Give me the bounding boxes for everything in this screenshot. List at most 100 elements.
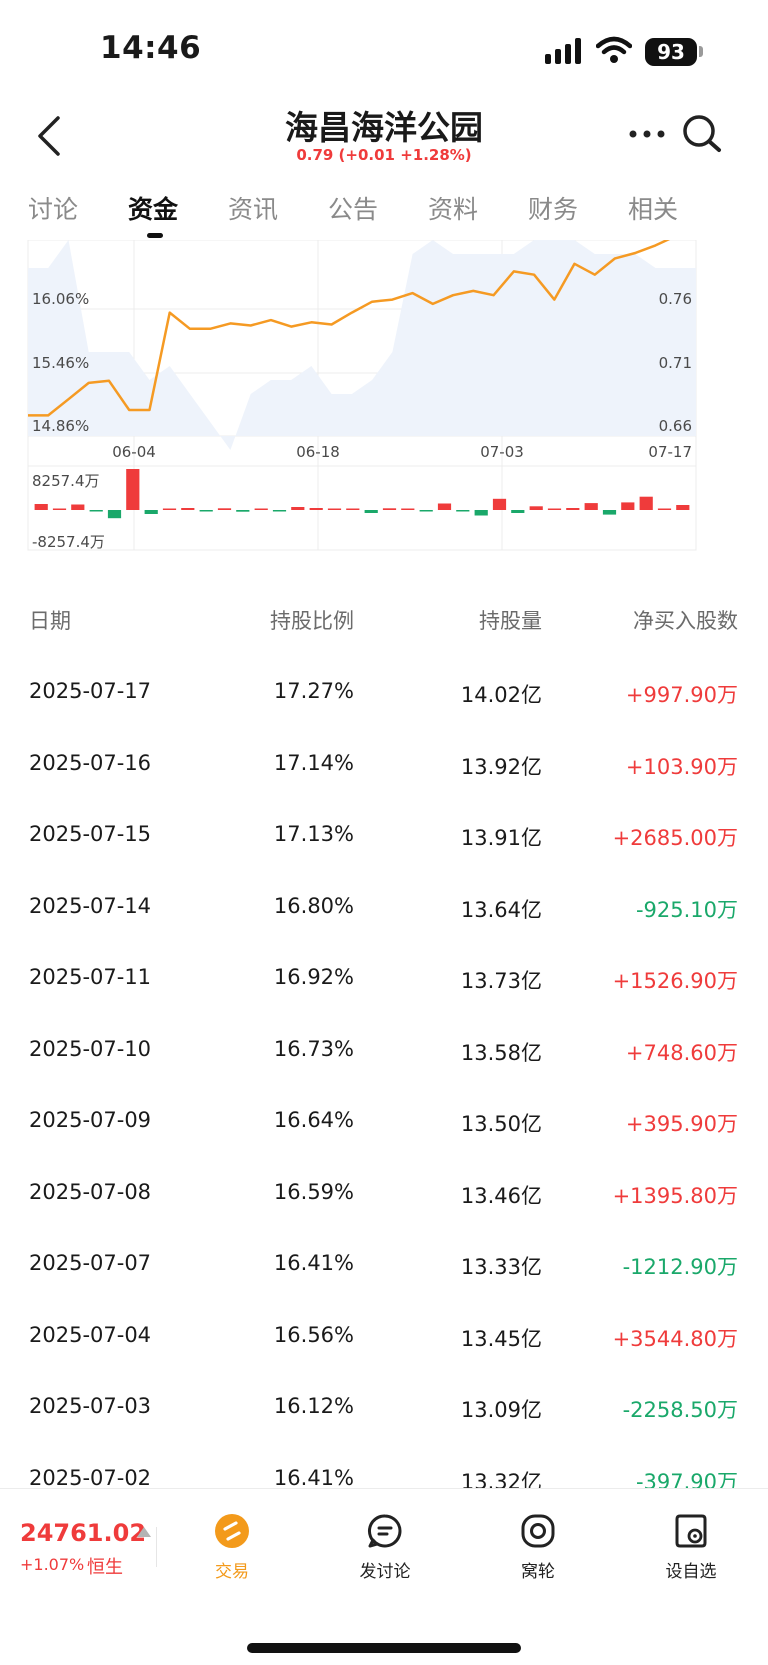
row-date: 2025-07-16 bbox=[29, 750, 152, 775]
search-icon[interactable] bbox=[680, 112, 724, 156]
divider bbox=[156, 1527, 157, 1567]
net-buy-bar bbox=[346, 508, 360, 510]
row-net-buy: -925.10万 bbox=[635, 897, 738, 922]
nav-warrant[interactable]: 窝轮 bbox=[483, 1513, 593, 1582]
right-axis-tick: 0.71 bbox=[659, 354, 692, 372]
table-row[interactable]: 2025-07-10 16.73% 13.58亿 +748.60万 bbox=[0, 1015, 768, 1087]
index-up-arrow-icon bbox=[137, 1527, 151, 1537]
status-bar: 14:46 93 bbox=[0, 0, 768, 100]
add-watchlist-icon bbox=[675, 1514, 707, 1548]
row-ratio: 16.12% bbox=[273, 1394, 354, 1418]
battery-indicator: 93 bbox=[645, 38, 697, 66]
row-ratio: 16.64% bbox=[273, 1108, 354, 1132]
table-row[interactable]: 2025-07-11 16.92% 13.73亿 +1526.90万 bbox=[0, 943, 768, 1015]
table-row[interactable]: 2025-07-08 16.59% 13.46亿 +1395.80万 bbox=[0, 1158, 768, 1230]
index-value[interactable]: 24761.02 bbox=[20, 1519, 146, 1547]
header-shares[interactable]: 持股量 bbox=[479, 605, 542, 635]
row-date: 2025-07-07 bbox=[29, 1251, 152, 1275]
table-row[interactable]: 2025-07-17 17.27% 14.02亿 +997.90万 bbox=[0, 657, 768, 729]
table-row[interactable]: 2025-07-14 16.80% 13.64亿 -925.10万 bbox=[0, 872, 768, 944]
table-row[interactable]: 2025-07-15 17.13% 13.91亿 +2685.00万 bbox=[0, 800, 768, 872]
row-shares: 13.33亿 bbox=[460, 1255, 542, 1279]
right-axis-tick: 0.80 bbox=[659, 240, 692, 243]
row-ratio: 16.73% bbox=[273, 1036, 354, 1061]
nav-add-watchlist-label: 设自选 bbox=[665, 1562, 717, 1582]
row-ratio: 16.41% bbox=[273, 1465, 354, 1490]
row-ratio: 17.14% bbox=[273, 750, 354, 775]
row-shares: 13.91亿 bbox=[460, 826, 542, 850]
tab-profile[interactable]: 资料 bbox=[428, 190, 478, 226]
holding-table[interactable]: 2025-07-17 17.27% 14.02亿 +997.90万 2025-07-16… bbox=[0, 657, 768, 1492]
wifi-icon bbox=[596, 36, 632, 63]
net-buy-bar bbox=[107, 510, 122, 519]
price-area bbox=[28, 240, 696, 450]
net-buy-bar bbox=[474, 510, 488, 516]
row-shares: 13.50亿 bbox=[460, 1112, 542, 1136]
x-axis-tick: 06-18 bbox=[296, 443, 340, 461]
x-axis-tick: 06-04 bbox=[112, 443, 156, 461]
tab-announcements[interactable]: 公告 bbox=[328, 190, 378, 226]
more-icon[interactable] bbox=[628, 122, 666, 146]
table-header: 日期 持股比例 持股量 净买入股数 bbox=[0, 605, 768, 639]
tab-bar: 讨论 资金 资讯 公告 资料 财务 相关 bbox=[0, 190, 768, 240]
header-date: 日期 bbox=[29, 609, 71, 633]
table-row[interactable]: 2025-07-16 17.14% 13.92亿 +103.90万 bbox=[0, 729, 768, 801]
nav-warrant-label: 窝轮 bbox=[521, 1562, 555, 1582]
index-name: 恒生 bbox=[87, 1557, 123, 1578]
row-shares: 13.45亿 bbox=[460, 1326, 542, 1351]
row-shares: 13.64亿 bbox=[460, 897, 542, 922]
tab-news[interactable]: 资讯 bbox=[228, 190, 278, 226]
table-row[interactable]: 2025-07-03 16.12% 13.09亿 -2258.50万 bbox=[0, 1372, 768, 1444]
left-axis-tick: 16.67% bbox=[32, 240, 89, 243]
row-net-buy: +1395.80万 bbox=[612, 1183, 738, 1208]
row-net-buy: +2685.00万 bbox=[612, 826, 738, 850]
bottom-bar: 24761.02 +1.07% 恒生 交易 发讨论 窝轮 设自选 bbox=[0, 1488, 768, 1665]
row-ratio: 16.41% bbox=[273, 1251, 354, 1275]
net-buy-bar bbox=[566, 508, 580, 510]
net-buy-bar bbox=[602, 510, 617, 515]
tab-related[interactable]: 相关 bbox=[628, 190, 678, 226]
net-buy-bar bbox=[419, 510, 433, 512]
row-net-buy: -1212.90万 bbox=[622, 1255, 738, 1279]
holding-chart[interactable]: 16.67% 16.06% 15.46% 14.86% 0.80 0.76 0.71 0.6… bbox=[0, 240, 768, 590]
row-ratio: 16.92% bbox=[273, 965, 354, 989]
nav-discuss[interactable]: 发讨论 bbox=[330, 1513, 440, 1582]
row-date: 2025-07-11 bbox=[29, 965, 152, 989]
header-ratio[interactable]: 持股比例 bbox=[270, 605, 354, 635]
net-buy-bar bbox=[199, 510, 213, 512]
header-net-buy[interactable]: 净买入股数 bbox=[633, 605, 738, 635]
left-axis-tick: 16.06% bbox=[32, 290, 89, 308]
nav-add-watchlist[interactable]: 设自选 bbox=[636, 1513, 746, 1582]
row-shares: 14.02亿 bbox=[460, 683, 542, 707]
row-date: 2025-07-10 bbox=[29, 1036, 152, 1061]
tab-funds[interactable]: 资金 bbox=[128, 190, 178, 226]
discuss-icon bbox=[367, 1514, 402, 1548]
table-row[interactable]: 2025-07-07 16.41% 13.33亿 -1212.90万 bbox=[0, 1229, 768, 1301]
row-date: 2025-07-08 bbox=[29, 1179, 152, 1204]
net-buy-bar bbox=[529, 506, 543, 510]
net-buy-bar bbox=[657, 508, 672, 510]
x-axis-tick: 07-03 bbox=[480, 443, 524, 461]
active-tab-indicator bbox=[147, 233, 163, 238]
table-row[interactable]: 2025-07-09 16.64% 13.50亿 +395.90万 bbox=[0, 1086, 768, 1158]
net-buy-bar bbox=[126, 469, 140, 510]
row-date: 2025-07-03 bbox=[29, 1394, 152, 1418]
tab-discussion[interactable]: 讨论 bbox=[28, 190, 78, 226]
nav-trade-label: 交易 bbox=[215, 1562, 249, 1582]
nav-trade[interactable]: 交易 bbox=[177, 1513, 287, 1582]
tab-financials[interactable]: 财务 bbox=[528, 190, 578, 226]
row-ratio: 16.59% bbox=[273, 1179, 354, 1204]
net-buy-bar bbox=[676, 505, 690, 510]
row-shares: 13.46亿 bbox=[460, 1183, 542, 1208]
cellular-signal-icon bbox=[545, 38, 581, 64]
row-net-buy: -2258.50万 bbox=[622, 1398, 738, 1422]
net-buy-bar bbox=[437, 503, 452, 510]
row-date: 2025-07-02 bbox=[29, 1465, 152, 1490]
warrant-icon bbox=[521, 1514, 555, 1548]
x-axis-tick: 07-17 bbox=[648, 443, 692, 461]
net-buy-bar bbox=[327, 508, 342, 510]
row-shares: 13.73亿 bbox=[460, 969, 542, 993]
table-row[interactable]: 2025-07-02 16.41% 13.32亿 -397.90万 bbox=[0, 1444, 768, 1493]
table-row[interactable]: 2025-07-04 16.56% 13.45亿 +3544.80万 bbox=[0, 1301, 768, 1373]
row-net-buy: +103.90万 bbox=[625, 754, 738, 779]
